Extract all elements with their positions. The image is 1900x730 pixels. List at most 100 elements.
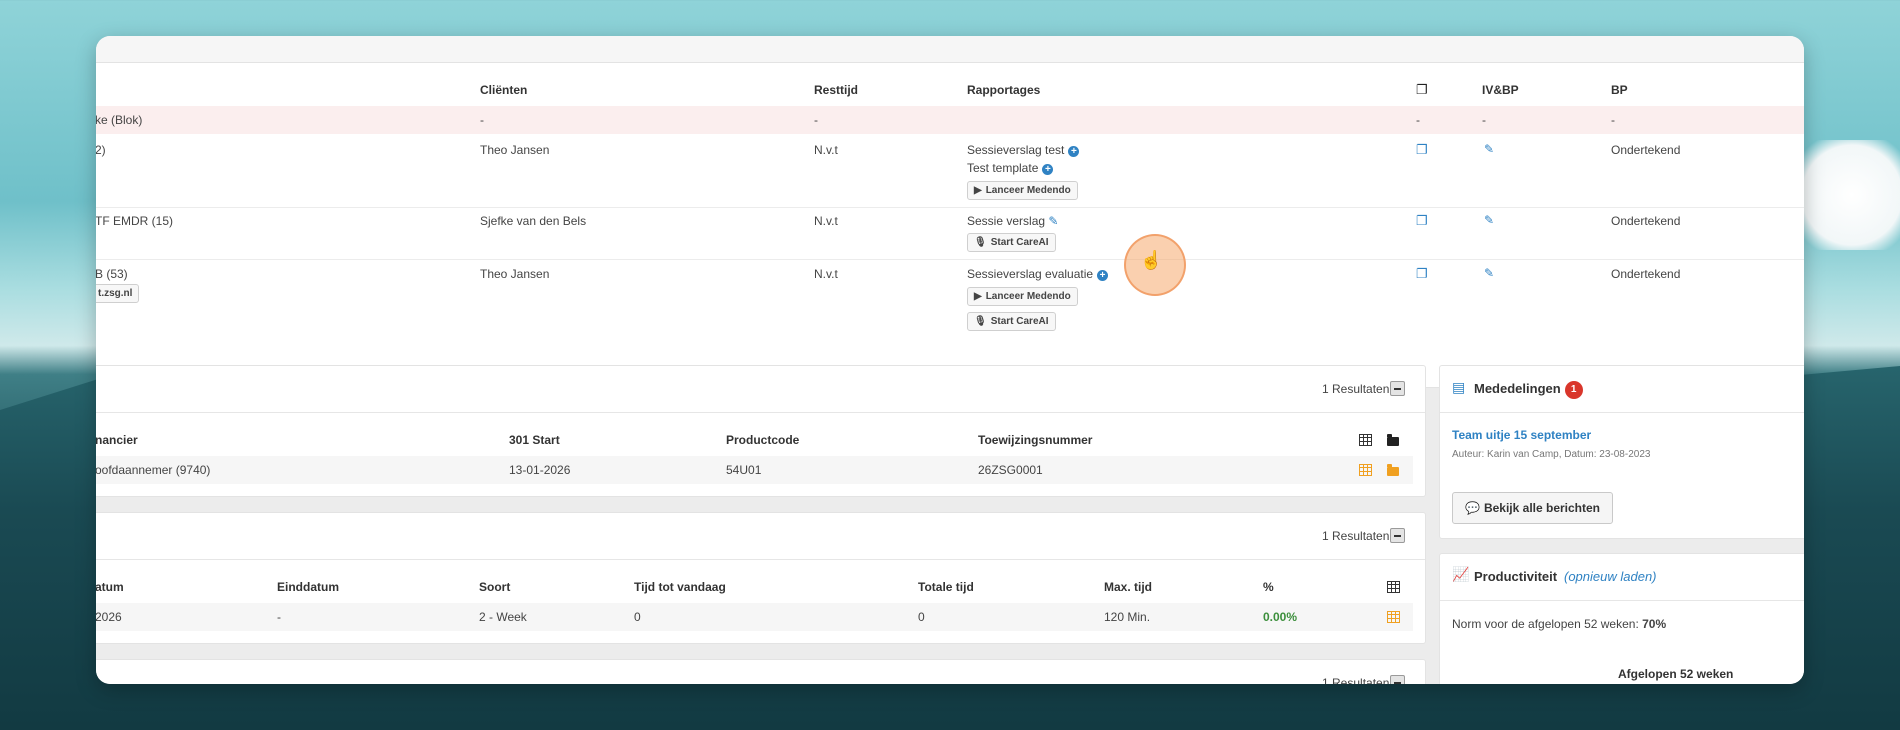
header-rapportages: Rapportages — [967, 83, 1041, 97]
time-panel: 1 Resultaten atum Einddatum Soort Tijd t… — [96, 512, 1426, 644]
header-resttijd: Resttijd — [814, 83, 859, 97]
plus-circle-icon[interactable]: + — [1097, 270, 1109, 281]
activity-cell: 2) — [96, 143, 106, 157]
pencil-icon[interactable]: ✎ — [1048, 214, 1058, 228]
table-icon — [1359, 434, 1372, 449]
reload-link[interactable]: (opnieuw laden) — [1564, 569, 1657, 584]
plus-circle-icon[interactable]: + — [1068, 146, 1080, 157]
report-label: Sessieverslag test — [967, 143, 1065, 157]
startdatum-cell: 2026 — [96, 610, 122, 624]
pencil-icon[interactable]: ✎ — [1484, 266, 1494, 280]
financier-cell: oofdaannemer (9740) — [96, 463, 211, 477]
announcement-link[interactable]: Team uitje 15 september — [1452, 428, 1591, 442]
start-careai-button[interactable]: 🎙 Start CareAI — [967, 312, 1056, 331]
einddatum-cell: - — [277, 610, 281, 624]
chart-title: Afgelopen 52 weken — [1618, 667, 1734, 681]
panel-header: 1 Resultaten — [96, 513, 1425, 560]
results-count: 1 Resultaten — [1322, 382, 1390, 396]
hand-cursor-icon: ☝ — [1140, 250, 1163, 270]
newspaper-icon: ▤ — [1452, 379, 1466, 395]
pencil-icon[interactable]: ✎ — [1484, 142, 1494, 156]
report-link[interactable]: Sessieverslag evaluatie + — [967, 267, 1109, 281]
results-count: 1 Resultaten — [1322, 529, 1390, 543]
button-label: Start CareAI — [990, 316, 1049, 327]
report-link[interactable]: Test template + — [967, 161, 1054, 175]
resttijd-cell: N.v.t — [814, 143, 838, 157]
norm-value: 70% — [1642, 617, 1667, 631]
button-label: Lanceer Medendo — [985, 185, 1071, 196]
bp-cell: Ondertekend — [1611, 267, 1681, 281]
report-link[interactable]: Sessie verslag ✎ — [967, 214, 1058, 228]
resttijd-cell: - — [814, 113, 818, 127]
appointments-panel: Cliënten Resttijd Rapportages ❐ IV&BP BP… — [96, 62, 1804, 388]
button-label: Lanceer Medendo — [985, 291, 1071, 302]
percentage-cell: 0.00% — [1263, 610, 1298, 624]
header-percentage: % — [1263, 580, 1274, 594]
report-label: Test template — [967, 161, 1039, 175]
play-icon: ▶ — [974, 291, 982, 302]
header-soort: Soort — [479, 580, 511, 594]
header-tijd-tot-vandaag: Tijd tot vandaag — [634, 580, 726, 594]
app-window: Cliënten Resttijd Rapportages ❐ IV&BP BP… — [96, 36, 1804, 684]
header-max-tijd: Max. tijd — [1104, 580, 1153, 594]
start-careai-button[interactable]: 🎙 Start CareAI — [967, 233, 1056, 252]
soort-cell: 2 - Week — [479, 610, 527, 624]
results-count: 1 Resultaten — [1322, 676, 1390, 684]
folder-icon[interactable] — [1387, 464, 1399, 479]
client-cell: Sjefke van den Bels — [480, 214, 587, 228]
client-cell: - — [480, 113, 484, 127]
activity-cell: B (53) — [96, 267, 128, 281]
copy-icon[interactable]: ❐ — [1416, 266, 1428, 282]
norm-text: Norm voor de afgelopen 52 weken: 70% — [1452, 617, 1666, 631]
plus-circle-icon[interactable]: + — [1042, 164, 1054, 175]
copy-icon: ❐ — [1416, 82, 1428, 97]
copy-icon[interactable]: ❐ — [1416, 213, 1428, 229]
norm-label: Norm voor de afgelopen 52 weken: — [1452, 617, 1639, 631]
table-row — [96, 106, 1804, 134]
collapse-button[interactable] — [1390, 528, 1405, 543]
header-financier: nancier — [96, 433, 138, 447]
bp-cell: Ondertekend — [1611, 143, 1681, 157]
table-icon — [1387, 581, 1400, 596]
panel-header: ▤ Mededelingen 1 — [1440, 366, 1804, 413]
play-icon: ▶ — [974, 185, 982, 196]
table-icon[interactable] — [1387, 611, 1400, 626]
toewijzing-cell: 26ZSG0001 — [978, 463, 1043, 477]
table-row — [96, 603, 1413, 631]
activity-cell: ke (Blok) — [96, 113, 143, 127]
bp-cell: Ondertekend — [1611, 214, 1681, 228]
start301-cell: 13-01-2026 — [509, 463, 571, 477]
ivbp-cell: - — [1482, 113, 1486, 127]
mic-icon: 🎙 — [974, 237, 987, 248]
client-cell: Theo Jansen — [480, 267, 550, 281]
report-link[interactable]: Sessieverslag test + — [967, 143, 1080, 157]
lanceer-medendo-button[interactable]: ▶ Lanceer Medendo — [967, 181, 1078, 200]
panel-header: 📈 Productiviteit (opnieuw laden) — [1440, 554, 1804, 601]
panel-header: 1 Resultaten — [96, 366, 1425, 413]
view-all-messages-button[interactable]: 💬 Bekijk alle berichten — [1452, 492, 1614, 524]
activity-cell: TF EMDR (15) — [96, 214, 173, 228]
header-bp: BP — [1611, 83, 1628, 97]
copy-cell: - — [1416, 113, 1420, 127]
mic-icon: 🎙 — [974, 316, 987, 327]
collapse-button[interactable] — [1390, 675, 1405, 684]
pencil-icon[interactable]: ✎ — [1484, 213, 1494, 227]
lanceer-medendo-button[interactable]: ▶ Lanceer Medendo — [967, 287, 1078, 306]
client-cell: Theo Jansen — [480, 143, 550, 157]
totale-cell: 0 — [918, 610, 925, 624]
header-301-start: 301 Start — [509, 433, 560, 447]
copy-icon[interactable]: ❐ — [1416, 142, 1428, 158]
header-startdatum: atum — [96, 580, 124, 594]
report-label: Sessie verslag — [967, 214, 1046, 228]
button-label: Start CareAI — [990, 237, 1049, 248]
next-panel: 1 Resultaten — [96, 659, 1426, 684]
table-icon[interactable] — [1359, 464, 1372, 479]
chat-icon: 💬 — [1465, 501, 1480, 515]
mededelingen-title: Mededelingen 1 — [1474, 381, 1583, 399]
resttijd-cell: N.v.t — [814, 214, 838, 228]
window-topbar — [96, 36, 1804, 63]
row-divider — [96, 259, 1804, 260]
collapse-button[interactable] — [1390, 381, 1405, 396]
header-totale-tijd: Totale tijd — [918, 580, 974, 594]
row-divider — [96, 207, 1804, 208]
